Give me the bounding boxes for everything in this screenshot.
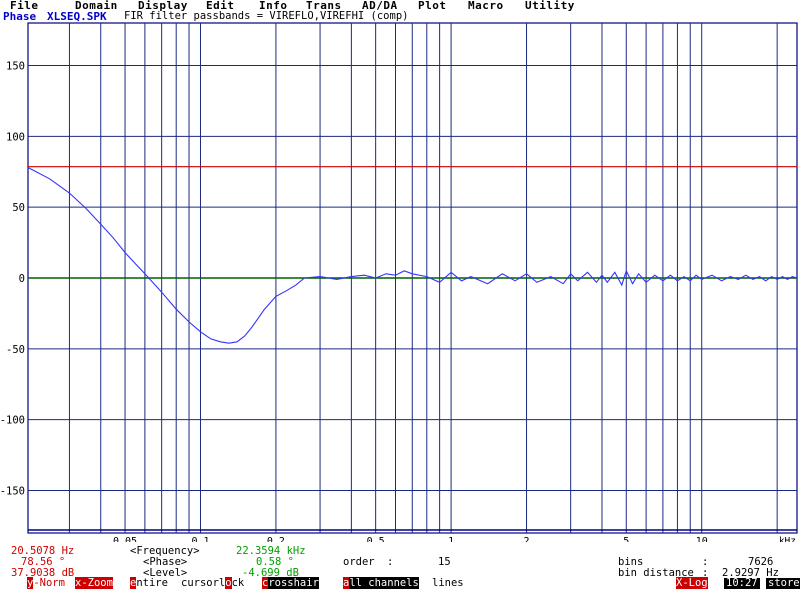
phase-chart[interactable]: 150 100 50 0 -50 -100 -150 0.05 0.1 0.2 0.5 1 2 5 10 kH… <box>0 22 800 542</box>
x-tick-label: 0.1 <box>191 536 209 542</box>
entire-button[interactable]: entire <box>130 577 168 589</box>
x-log-button[interactable]: X-Log <box>676 577 708 589</box>
all-channels-label: ll channels <box>349 577 419 589</box>
crosshair-button[interactable]: crosshair <box>262 577 319 589</box>
x-tick-label: 2 <box>524 536 530 542</box>
y-tick-label: 100 <box>6 131 25 143</box>
order-value: 15 <box>438 556 451 568</box>
x-unit-label: kHz <box>779 536 796 542</box>
order-colon: : <box>387 556 394 568</box>
y-tick-label: 150 <box>6 61 25 73</box>
x-tick-label: 0.2 <box>267 536 285 542</box>
order-label: order <box>343 556 375 568</box>
file-description: FIR filter passbands = VIREFLO,VIREFHI (… <box>124 10 409 22</box>
cursor-lock-label-start: cursorl <box>181 577 226 589</box>
y-tick-label: 0 <box>19 273 25 285</box>
lines-label: lines <box>432 577 464 589</box>
y-tick-label: -150 <box>0 486 25 498</box>
store-button[interactable]: store <box>766 578 800 589</box>
y-tick-label: -100 <box>0 415 25 427</box>
clock: 10:27 <box>724 577 760 589</box>
y-norm-button[interactable]: y-Norm <box>27 577 65 589</box>
x-log-label: -Log <box>682 577 708 589</box>
y-tick-label: 50 <box>12 202 25 214</box>
y-tick-label: -50 <box>6 344 25 356</box>
crosshair-label: rosshair <box>268 577 319 589</box>
x-tick-label: 5 <box>623 536 629 542</box>
cursor-lock-label-end: ck <box>231 577 245 589</box>
entire-label: ntire <box>136 577 168 589</box>
cursor-lock-button[interactable]: cursorlock <box>181 577 245 589</box>
x-tick-label: 0.05 <box>113 536 137 542</box>
x-zoom-button[interactable]: x-Zoom <box>75 577 113 589</box>
x-tick-label: 0.5 <box>367 536 385 542</box>
lines-button[interactable]: lines <box>432 578 464 589</box>
all-channels-button[interactable]: all channels <box>343 577 419 589</box>
x-tick-label: 10 <box>696 536 708 542</box>
x-tick-label: 1 <box>448 536 454 542</box>
x-zoom-label: -Zoom <box>81 577 113 589</box>
y-norm-label: -Norm <box>33 577 65 589</box>
